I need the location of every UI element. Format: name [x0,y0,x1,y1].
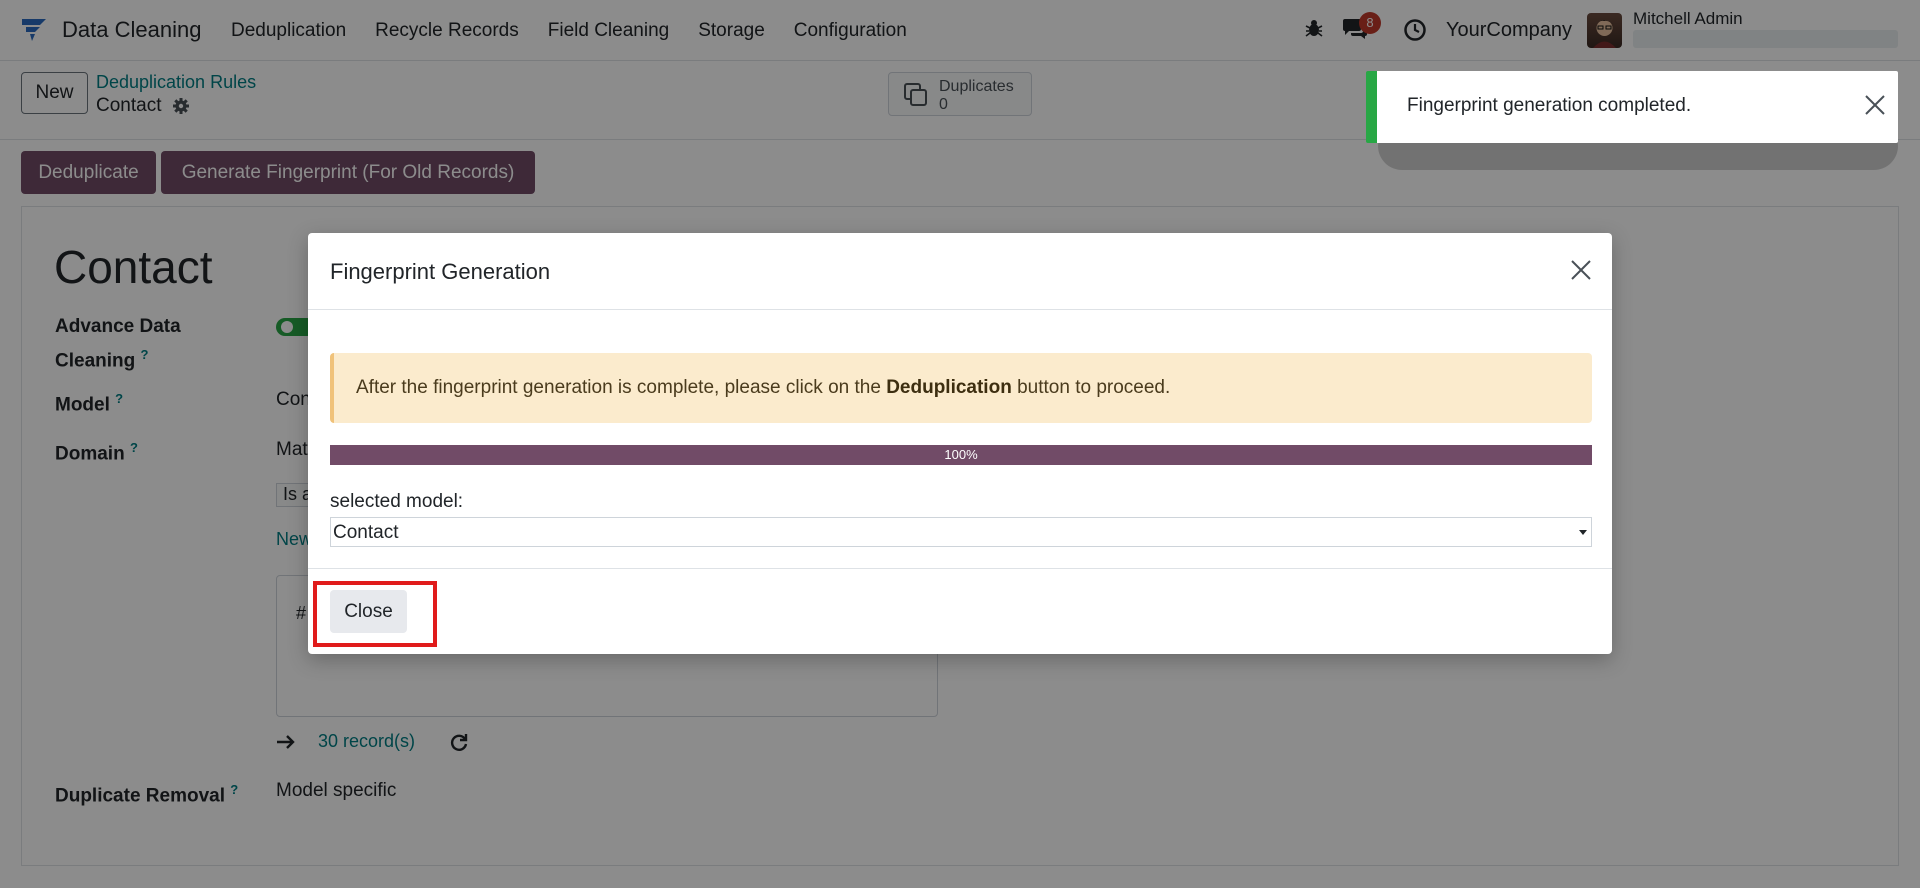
selected-model-select[interactable]: Contact [330,517,1592,547]
progress-bar: 100% [330,445,1592,465]
alert-text-after: button to proceed. [1011,377,1171,398]
alert-text-before: After the fingerprint generation is comp… [356,377,887,398]
chevron-down-icon [1579,530,1587,535]
dialog-title: Fingerprint Generation [330,259,551,284]
info-alert: After the fingerprint generation is comp… [330,353,1592,423]
dialog-header-divider [308,309,1612,310]
dialog-footer-divider [308,568,1612,569]
alert-text-bold: Deduplication [886,377,1012,398]
close-notification-icon[interactable] [1863,93,1887,117]
success-notification: Fingerprint generation completed. [1366,71,1898,143]
notification-message: Fingerprint generation completed. [1407,95,1692,116]
fingerprint-generation-dialog: Fingerprint Generation After the fingerp… [308,233,1612,654]
selected-model-value: Contact [333,522,399,543]
highlight-annotation [313,581,437,647]
selected-model-label: selected model: [330,491,464,512]
close-icon[interactable] [1570,259,1592,281]
